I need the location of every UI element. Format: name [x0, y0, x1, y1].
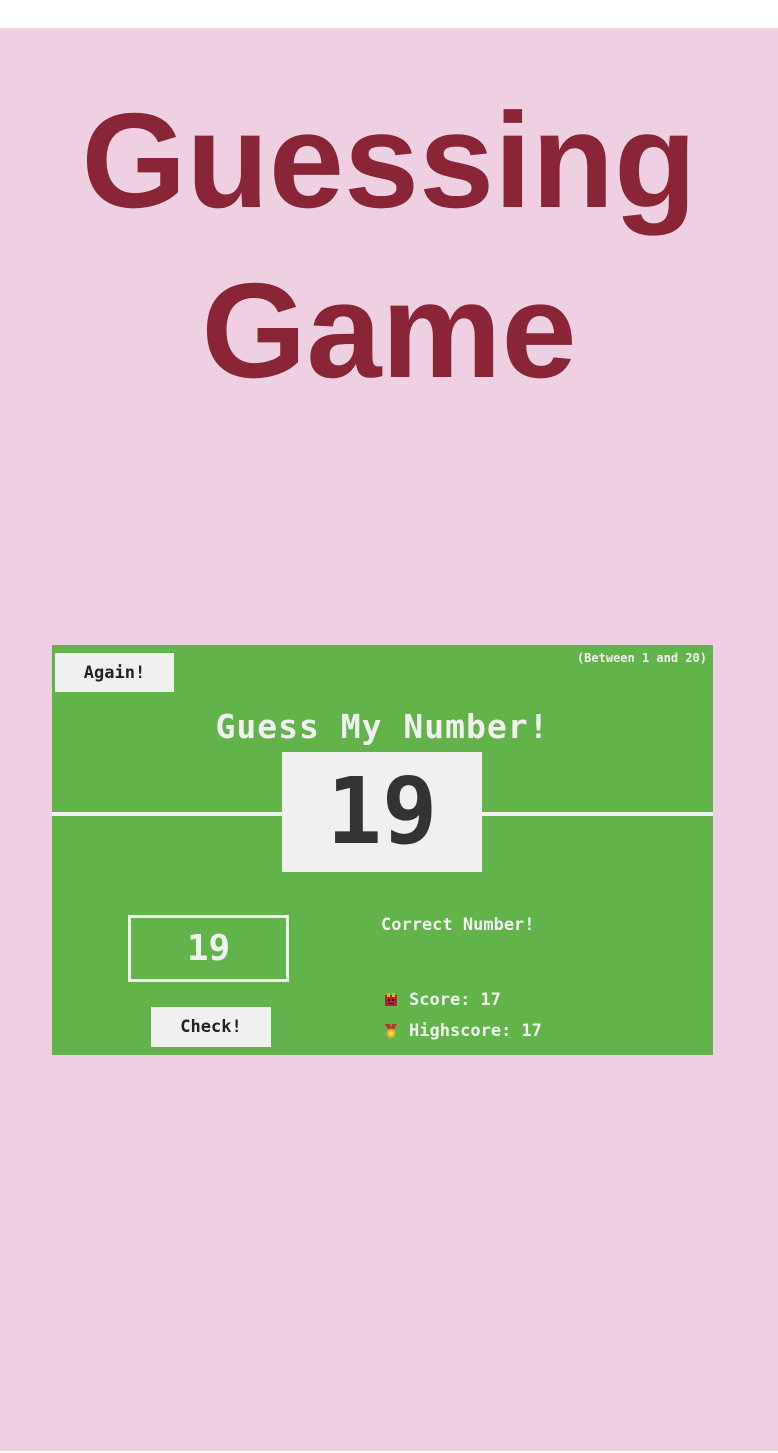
medal-icon [383, 1023, 399, 1039]
page-background: Guessing Game Again! (Between 1 and 20) … [0, 28, 778, 1451]
game-heading: Guess My Number! [215, 707, 550, 746]
page-title: Guessing Game [81, 85, 697, 406]
score-row: Score: 17 [383, 990, 501, 1010]
highscore-label: Highscore: [409, 1021, 512, 1041]
score-icon [383, 992, 399, 1008]
highscore-row: Highscore: 17 [383, 1021, 542, 1041]
status-message: Correct Number! [381, 915, 535, 935]
game-panel: Again! (Between 1 and 20) Guess My Numbe… [52, 645, 713, 1055]
score-value: 17 [480, 990, 501, 1010]
highscore-value: 17 [521, 1021, 542, 1041]
secret-number: 19 [282, 752, 482, 872]
score-label: Score: [409, 990, 471, 1010]
guess-input[interactable] [128, 915, 289, 982]
again-button[interactable]: Again! [55, 653, 174, 692]
range-hint: (Between 1 and 20) [576, 651, 707, 665]
check-button[interactable]: Check! [151, 1007, 271, 1047]
